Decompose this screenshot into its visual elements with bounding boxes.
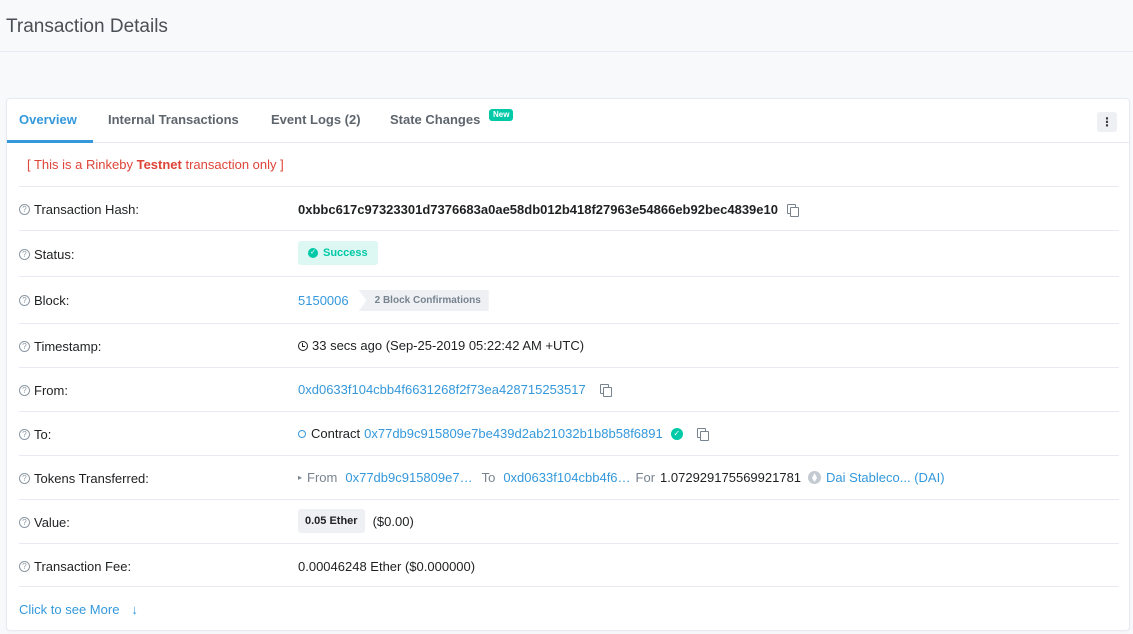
row-to: ? To: Contract 0x77db9c915809e7be439d2ab… [19,411,1119,455]
token-amount: 1.072929175569921781 [660,470,802,485]
token-from-link[interactable]: 0x77db9c915809e7… [345,470,472,485]
question-icon[interactable]: ? [19,249,30,260]
transaction-hash: 0xbbc617c97323301d7376683a0ae58db012b418… [298,202,778,217]
row-value: 0xd0633f104cbb4f6631268f2f73ea4287152535… [298,382,612,397]
page-header: Transaction Details [0,0,1133,52]
new-badge: New [489,109,514,121]
token-name-link[interactable]: Dai Stableco... (DAI) [826,470,945,485]
row-transaction-hash: ? Transaction Hash: 0xbbc617c97323301d73… [19,186,1119,230]
see-more-link[interactable]: Click to see More ↓ [19,602,138,617]
question-icon[interactable]: ? [19,204,30,215]
copy-icon[interactable] [696,427,709,441]
testnet-notice: [ This is a Rinkeby Testnet transaction … [27,157,284,172]
row-label: ? Transaction Fee: [19,559,131,574]
to-address-link[interactable]: 0x77db9c915809e7be439d2ab21032b1b8b58f68… [364,426,663,441]
copy-icon[interactable] [786,203,799,217]
status-badge: ✓ Success [298,241,378,265]
ether-value-badge: 0.05 Ether [298,509,365,533]
question-icon[interactable]: ? [19,561,30,572]
token-for-label: For [635,470,656,485]
row-label: ? Timestamp: [19,339,101,354]
row-label: ? To: [19,427,51,442]
row-value: 33 secs ago (Sep-25-2019 05:22:42 AM +UT… [298,338,584,353]
row-label: ? Value: [19,515,70,530]
check-circle-icon: ✓ [308,248,318,258]
transaction-card: Overview Internal Transactions Event Log… [6,98,1130,631]
row-from: ? From: 0xd0633f104cbb4f6631268f2f73ea42… [19,367,1119,411]
row-label: ? Block: [19,293,69,308]
tab-event-logs[interactable]: Event Logs (2) [271,112,361,127]
row-label: ? From: [19,383,68,398]
row-value: 5150006 2 Block Confirmations [298,290,489,311]
active-tab-indicator [7,140,93,143]
question-icon[interactable]: ? [19,517,30,528]
tab-state-changes[interactable]: State Changes [390,112,480,127]
row-value: ✓ Success [298,241,378,265]
row-status: ? Status: ✓ Success [19,230,1119,276]
caret-right-icon: ▸ [298,473,303,482]
row-value: 0.00046248 Ether ($0.000000) [298,559,475,574]
from-address-link[interactable]: 0xd0633f104cbb4f6631268f2f73ea4287152535… [298,382,586,397]
row-label: ? Tokens Transferred: [19,471,149,486]
row-label: ? Transaction Hash: [19,202,139,217]
token-from-label: From [307,470,338,485]
clock-icon [298,340,308,351]
tab-internal-transactions[interactable]: Internal Transactions [108,112,239,127]
arrow-down-icon: ↓ [131,602,138,617]
row-value: Contract 0x77db9c915809e7be439d2ab21032b… [298,426,709,441]
contract-search-icon [298,429,306,438]
row-value: ▸ From 0x77db9c915809e7… To 0xd0633f104c… [298,470,945,485]
row-value: ? Value: 0.05 Ether ($0.00) [19,499,1119,543]
timestamp-value: 33 secs ago (Sep-25-2019 05:22:42 AM +UT… [312,338,585,353]
question-icon[interactable]: ? [19,295,30,306]
row-transaction-fee: ? Transaction Fee: 0.00046248 Ether ($0.… [19,543,1119,587]
verified-check-icon: ✓ [670,427,683,440]
row-block: ? Block: 5150006 2 Block Confirmations [19,276,1119,323]
row-tokens-transferred: ? Tokens Transferred: ▸ From 0x77db9c915… [19,455,1119,499]
question-icon[interactable]: ? [19,429,30,440]
transaction-fee-value: 0.00046248 Ether ($0.000000) [298,559,476,574]
question-icon[interactable]: ? [19,385,30,396]
row-timestamp: ? Timestamp: 33 secs ago (Sep-25-2019 05… [19,323,1119,367]
row-label: ? Status: [19,247,74,262]
block-number-link[interactable]: 5150006 [298,293,349,308]
contract-label: Contract [311,426,361,441]
token-to-label: To [481,470,496,485]
token-to-link[interactable]: 0xd0633f104cbb4f6… [503,470,630,485]
block-confirmations-badge: 2 Block Confirmations [358,290,489,311]
page-title: Transaction Details [6,16,168,37]
row-value: 0.05 Ether ($0.00) [298,509,414,533]
tab-overview[interactable]: Overview [19,112,77,127]
question-icon[interactable]: ? [19,341,30,352]
row-value: 0xbbc617c97323301d7376683a0ae58db012b418… [298,202,799,217]
usd-value: ($0.00) [372,513,414,529]
tab-bar: Overview Internal Transactions Event Log… [7,99,1129,143]
dai-token-icon [808,471,822,484]
copy-icon[interactable] [599,383,612,397]
question-icon[interactable]: ? [19,473,30,484]
more-options-button[interactable]: ⋮ [1097,112,1117,132]
